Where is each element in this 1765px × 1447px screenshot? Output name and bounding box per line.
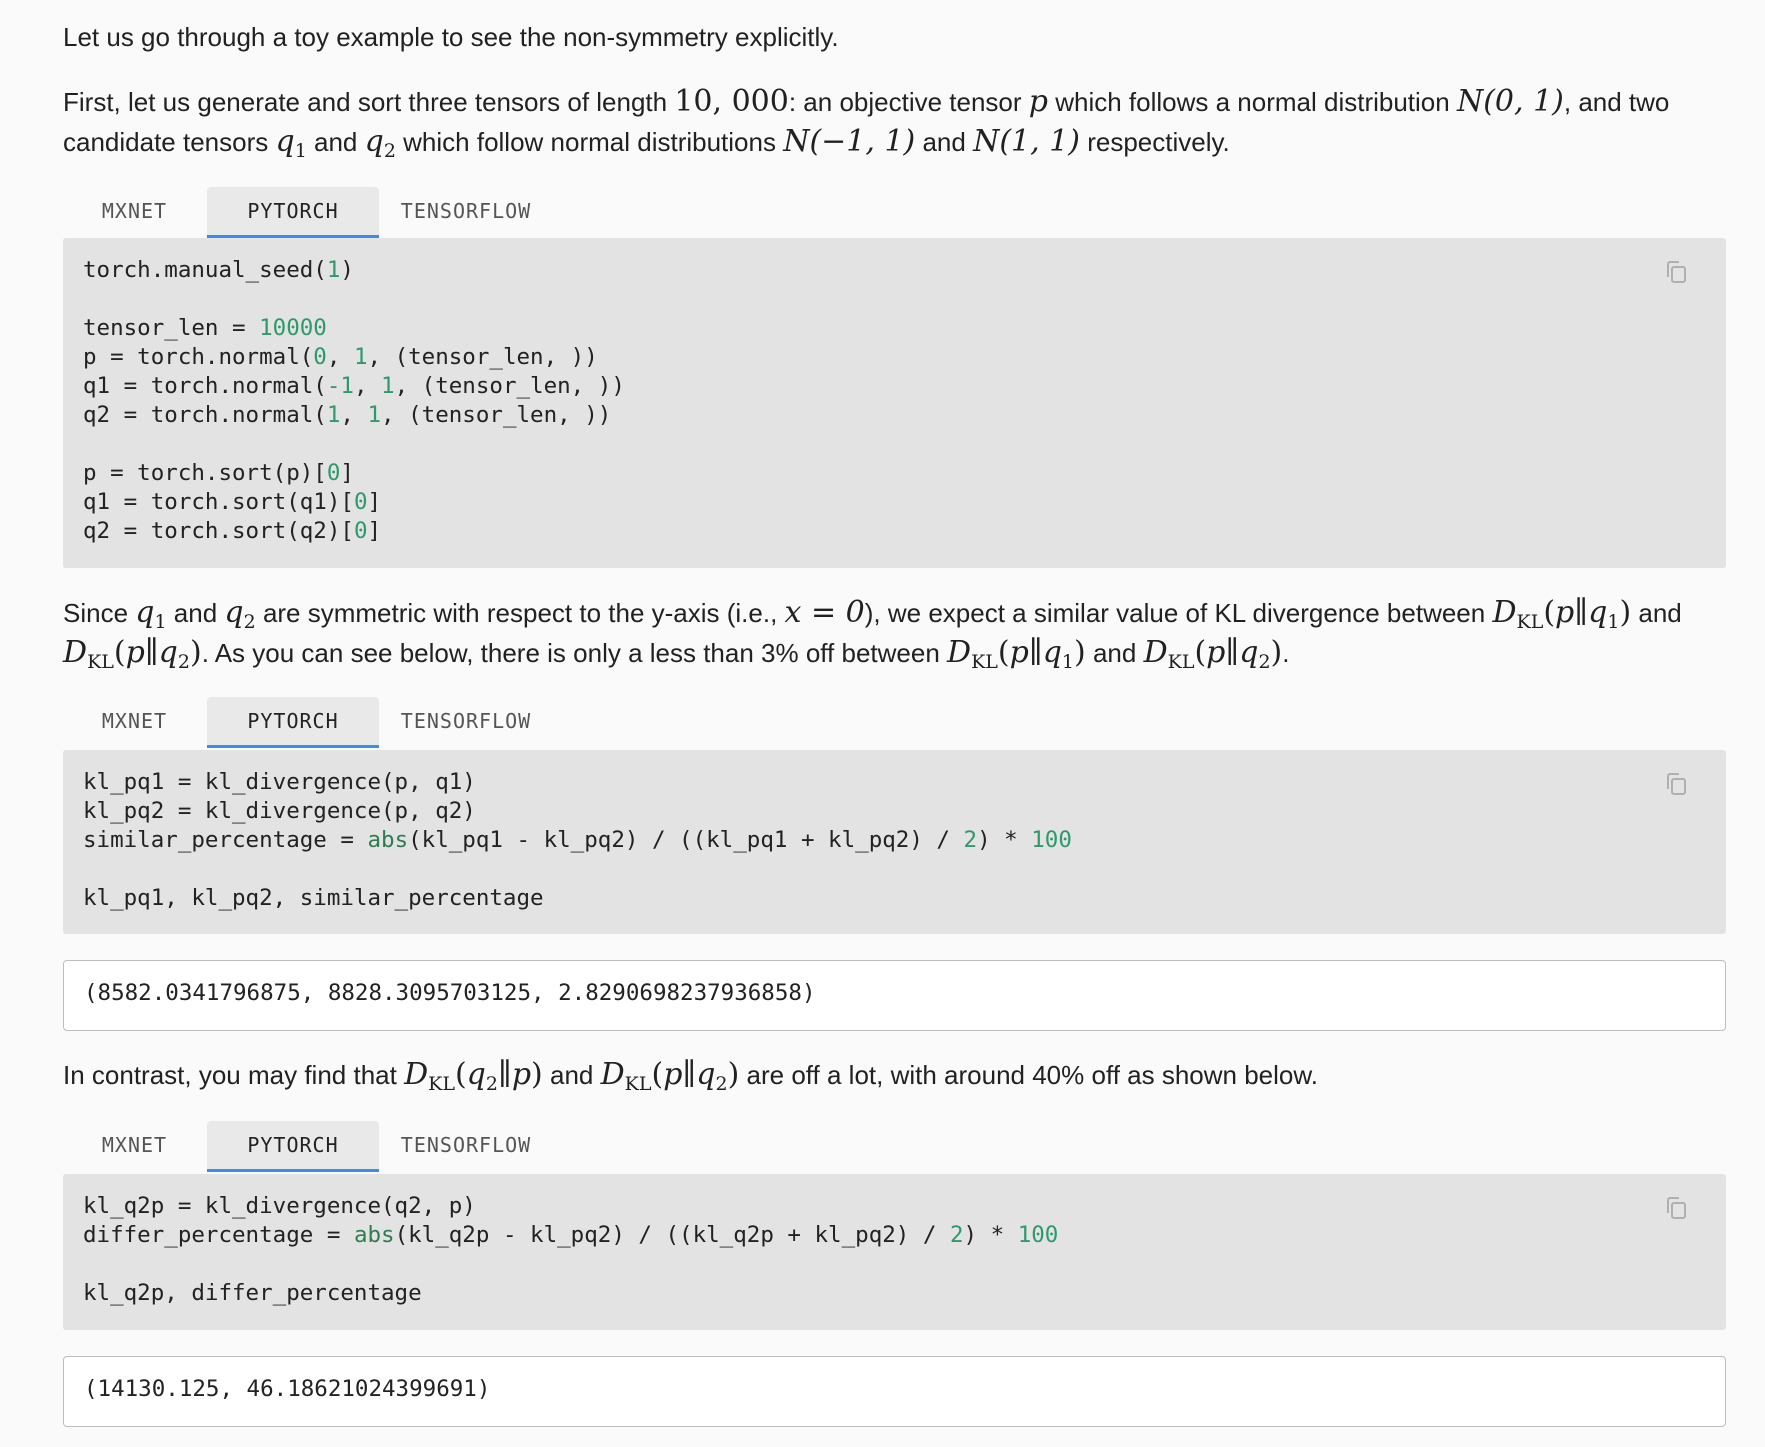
code-text: torch.manual_seed(1) tensor_len = 10000 … (63, 238, 1726, 564)
paragraph-symmetric: Since q1 and q2 are symmetric with respe… (63, 595, 1682, 673)
tab-pytorch[interactable]: PYTORCH (207, 187, 379, 238)
code-line: p = torch.normal(0, 1, (tensor_len, )) (83, 344, 598, 370)
tab-pytorch[interactable]: PYTORCH (207, 1121, 379, 1172)
output-block-kl-differ: (14130.125, 46.18621024399691) (63, 1356, 1726, 1427)
code-line: q2 = torch.sort(q2)[0] (83, 518, 382, 544)
code-line: q1 = torch.sort(q1)[0] (83, 489, 382, 515)
tab-mxnet[interactable]: MXNET (63, 187, 206, 235)
code-line: p = torch.sort(p)[0] (83, 460, 354, 486)
framework-tabs: MXNET PYTORCH TENSORFLOW (63, 1121, 1723, 1173)
code-line: kl_q2p, differ_percentage (83, 1280, 422, 1306)
framework-tabs: MXNET PYTORCH TENSORFLOW (63, 187, 1723, 239)
code-block-generate: torch.manual_seed(1) tensor_len = 10000 … (63, 238, 1726, 568)
output-text: (8582.0341796875, 8828.3095703125, 2.829… (84, 980, 816, 1006)
copy-icon[interactable] (1662, 1194, 1690, 1222)
code-line: torch.manual_seed(1) (83, 257, 354, 283)
intro-text: Let us go through a toy example to see t… (63, 22, 839, 52)
tab-pytorch[interactable]: PYTORCH (207, 697, 379, 748)
paragraph-generate: First, let us generate and sort three te… (63, 84, 1670, 162)
paragraph-contrast: In contrast, you may find that DKL(q2∥p)… (63, 1057, 1318, 1095)
output-block-kl-similar: (8582.0341796875, 8828.3095703125, 2.829… (63, 960, 1726, 1031)
tab-tensorflow[interactable]: TENSORFLOW (379, 187, 553, 235)
code-line: q2 = torch.normal(1, 1, (tensor_len, )) (83, 402, 612, 428)
code-line: differ_percentage = abs(kl_q2p - kl_pq2)… (83, 1222, 1059, 1248)
code-line: kl_pq1, kl_pq2, similar_percentage (83, 885, 544, 911)
code-block-kl-similar: kl_pq1 = kl_divergence(p, q1) kl_pq2 = k… (63, 750, 1726, 934)
code-line: kl_q2p = kl_divergence(q2, p) (83, 1193, 476, 1219)
tab-mxnet[interactable]: MXNET (63, 1121, 206, 1169)
page: Let us go through a toy example to see t… (0, 0, 1765, 1447)
tab-tensorflow[interactable]: TENSORFLOW (379, 697, 553, 745)
code-line: q1 = torch.normal(-1, 1, (tensor_len, )) (83, 373, 625, 399)
code-line: kl_pq1 = kl_divergence(p, q1) (83, 769, 476, 795)
code-line: tensor_len = 10000 (83, 315, 327, 341)
code-block-kl-differ: kl_q2p = kl_divergence(q2, p) differ_per… (63, 1174, 1726, 1330)
tab-tensorflow[interactable]: TENSORFLOW (379, 1121, 553, 1169)
framework-tabs: MXNET PYTORCH TENSORFLOW (63, 697, 1723, 749)
code-text: kl_pq1 = kl_divergence(p, q1) kl_pq2 = k… (63, 750, 1726, 931)
tab-mxnet[interactable]: MXNET (63, 697, 206, 745)
output-text: (14130.125, 46.18621024399691) (84, 1376, 491, 1402)
copy-icon[interactable] (1662, 770, 1690, 798)
code-text: kl_q2p = kl_divergence(q2, p) differ_per… (63, 1174, 1726, 1326)
copy-icon[interactable] (1662, 258, 1690, 286)
code-line: kl_pq2 = kl_divergence(p, q2) (83, 798, 476, 824)
code-line: similar_percentage = abs(kl_pq1 - kl_pq2… (83, 827, 1072, 853)
